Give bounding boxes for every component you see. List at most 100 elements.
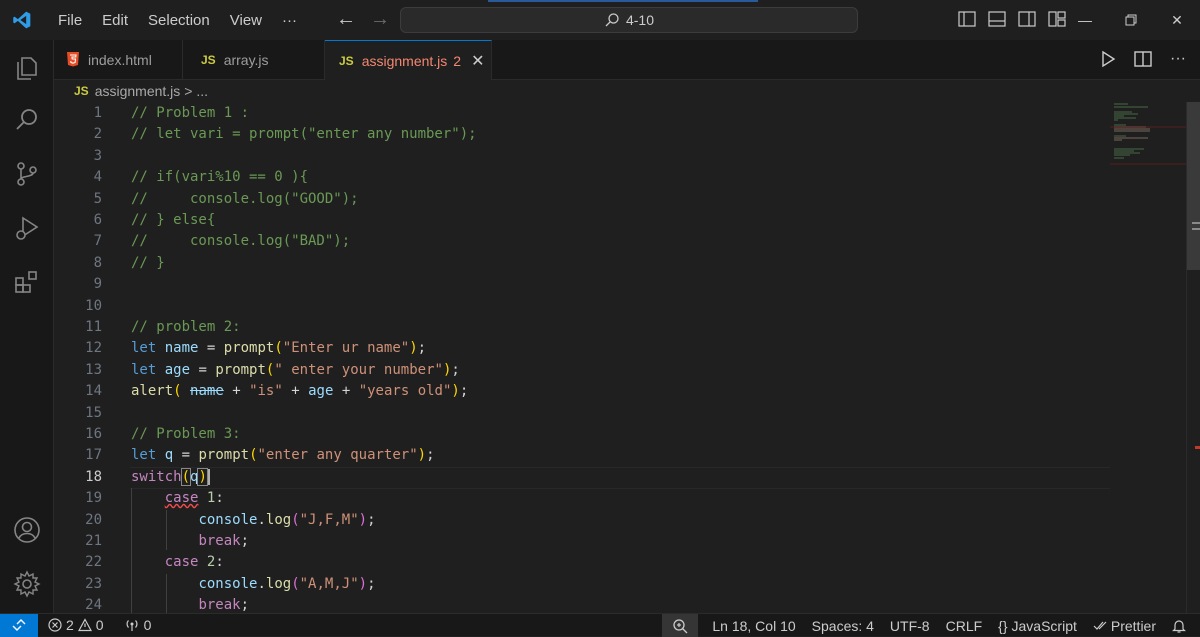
close-window-icon[interactable]: ✕ [1154, 0, 1200, 40]
restore-icon[interactable] [1108, 0, 1154, 40]
settings-gear-icon[interactable] [11, 568, 43, 600]
forward-arrow-icon[interactable]: → [370, 8, 390, 31]
code-line: 6// } else{ [93, 212, 216, 228]
code-editor[interactable]: 1// Problem 1 : 2// let vari = prompt("e… [54, 102, 1110, 613]
source-control-icon[interactable] [11, 158, 43, 190]
code-line: 14 alert( name + "is" + age + "years old"… [85, 383, 469, 400]
breadcrumb-rest[interactable]: > ... [184, 83, 208, 99]
status-bar: 2 0 0 Ln 18, Col 10 Spaces: 4 UTF-8 CRLF… [0, 613, 1200, 637]
notifications-bell-icon[interactable] [1164, 618, 1200, 634]
minimap[interactable] [1110, 102, 1186, 613]
scroll-marker [1192, 222, 1200, 224]
tab-label: array.js [223, 52, 269, 68]
run-icon[interactable] [1100, 50, 1116, 73]
tab-assignment-js[interactable]: JS assignment.js 2 ✕ [325, 40, 492, 81]
zoom-icon[interactable] [662, 614, 699, 637]
code-line: 1// Problem 1 : [93, 105, 250, 121]
code-line: 9 [93, 276, 102, 293]
tab-index-html[interactable]: index.html [54, 40, 183, 80]
js-file-icon: JS [201, 53, 216, 67]
warning-icon [77, 618, 92, 632]
code-line: 21 break; [85, 533, 250, 549]
menu-edit[interactable]: Edit [92, 12, 138, 29]
language-mode[interactable]: {} JavaScript [990, 618, 1085, 634]
more-actions-icon[interactable]: ··· [1170, 50, 1186, 73]
extensions-icon[interactable] [11, 266, 43, 298]
remote-icon [12, 619, 26, 631]
ports-indicator[interactable]: 0 [112, 617, 160, 633]
close-tab-icon[interactable]: ✕ [471, 51, 484, 71]
tab-array-js[interactable]: JS array.js [183, 40, 325, 80]
run-debug-icon[interactable] [11, 212, 43, 244]
code-line: 5// console.log("GOOD"); [93, 190, 359, 207]
explorer-icon[interactable] [11, 52, 43, 84]
breadcrumb-file[interactable]: assignment.js [95, 83, 181, 99]
code-line: 7// console.log("BAD"); [93, 233, 351, 250]
account-icon[interactable] [11, 514, 43, 546]
cursor-position[interactable]: Ln 18, Col 10 [698, 618, 803, 634]
search-icon [605, 13, 619, 27]
command-center-search[interactable]: 4-10 [400, 7, 858, 33]
menu-selection[interactable]: Selection [138, 12, 220, 29]
tab-label: index.html [88, 52, 152, 68]
code-line: 16// Problem 3: [85, 426, 241, 442]
code-line: 22 case 2: [85, 554, 224, 571]
vertical-scrollbar[interactable] [1186, 102, 1200, 613]
menu-view[interactable]: View [220, 12, 272, 29]
scrollbar-thumb[interactable] [1187, 102, 1200, 270]
code-line: 24 break; [85, 597, 250, 613]
toggle-primary-sidebar-icon[interactable] [957, 9, 977, 29]
menu-file[interactable]: File [48, 12, 92, 29]
code-line: 10 [85, 297, 102, 314]
js-file-icon: JS [339, 54, 354, 68]
code-line: 3 [93, 147, 102, 164]
editor-tabs: index.html JS array.js JS assignment.js … [54, 40, 1200, 81]
tab-label: assignment.js [361, 53, 448, 69]
language-label: JavaScript [1011, 617, 1077, 634]
encoding[interactable]: UTF-8 [882, 618, 938, 634]
problem-count-badge: 2 [453, 53, 462, 69]
end-of-line[interactable]: CRLF [938, 618, 991, 634]
warning-count: 0 [95, 617, 104, 633]
braces-icon: {} [998, 617, 1008, 634]
code-line: 4// if(vari%10 == 0 ){ [93, 169, 309, 186]
error-count: 2 [66, 617, 74, 633]
code-line: 8// } [93, 254, 165, 271]
html5-icon [66, 51, 80, 70]
menu-more[interactable]: ··· [272, 12, 307, 29]
breadcrumb: JS assignment.js > ... [54, 80, 1200, 102]
toggle-panel-icon[interactable] [987, 9, 1007, 29]
scroll-marker [1192, 228, 1200, 230]
menu-bar: File Edit Selection View ··· [48, 12, 307, 29]
remote-indicator[interactable] [0, 613, 38, 637]
code-line: 11// problem 2: [85, 319, 241, 335]
broadcast-icon [126, 620, 138, 631]
code-line: 20 console.log("J,F,M"); [85, 511, 376, 528]
split-editor-icon[interactable] [1134, 50, 1152, 73]
code-line: 15 [85, 404, 102, 421]
command-center-label: 4-10 [625, 12, 655, 28]
vscode-logo-icon [4, 0, 40, 40]
prettier-status[interactable]: Prettier [1085, 618, 1164, 634]
error-marker [1195, 446, 1200, 449]
code-line: 23 console.log("A,M,J"); [85, 575, 376, 592]
double-check-icon [1093, 621, 1107, 630]
minimize-icon[interactable]: — [1062, 0, 1108, 40]
code-line: 18 switch(q) [54, 467, 1110, 488]
toggle-secondary-sidebar-icon[interactable] [1017, 9, 1037, 29]
code-line: 17 let q = prompt("enter any quarter"); [85, 447, 435, 464]
activity-bar [0, 40, 54, 613]
title-accent-line [488, 0, 758, 2]
problems-indicator[interactable]: 2 0 [38, 617, 112, 633]
title-bar: File Edit Selection View ··· ← → 4-10 — … [0, 0, 1200, 40]
code-line: 2// let vari = prompt("enter any number"… [93, 126, 477, 143]
formatter-label: Prettier [1110, 617, 1156, 634]
error-icon [48, 618, 62, 632]
js-file-icon: JS [74, 84, 89, 98]
code-line: 19 case 1: [85, 490, 224, 507]
code-line: 13 let age = prompt(" enter your number")… [85, 361, 460, 378]
indentation[interactable]: Spaces: 4 [804, 618, 882, 634]
ports-count: 0 [143, 617, 152, 633]
search-icon[interactable] [11, 104, 43, 136]
back-arrow-icon[interactable]: ← [336, 8, 356, 31]
